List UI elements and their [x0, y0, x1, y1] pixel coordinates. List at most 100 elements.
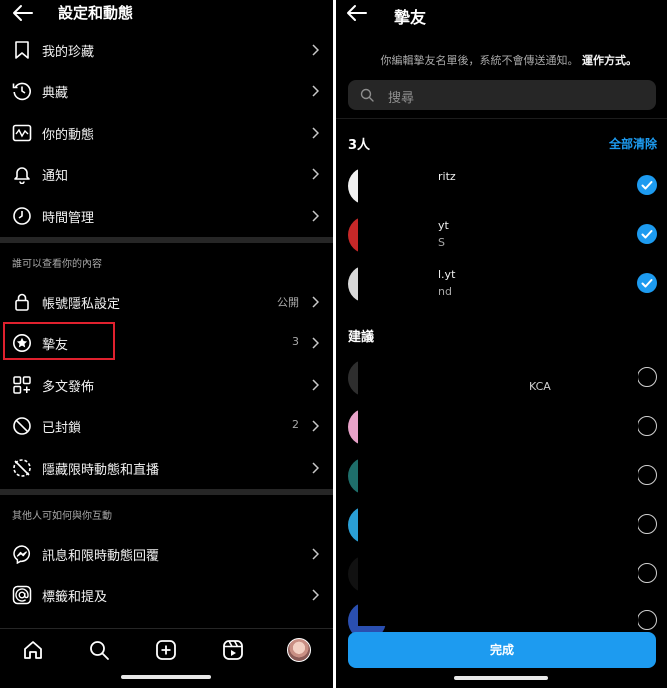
menu-item-label: 你的動態: [42, 128, 95, 143]
select-radio[interactable]: [637, 563, 657, 583]
user-subtitle: S: [438, 236, 445, 249]
select-radio[interactable]: [637, 367, 657, 387]
select-radio[interactable]: [637, 514, 657, 534]
hide-story-icon: [12, 458, 32, 478]
suggested-text-fragment: KCA: [529, 380, 551, 393]
selected-user-row[interactable]: ritz: [336, 163, 667, 209]
clock-icon: [12, 206, 32, 226]
menu-item-label: 時間管理: [42, 211, 95, 226]
menu-item-archive[interactable]: 典藏: [0, 72, 333, 110]
activity-icon: [12, 123, 32, 143]
redaction-mask: [358, 261, 436, 307]
archive-history-icon: [12, 81, 32, 101]
notice-message: 你編輯摯友名單後，系統不會傳送通知。: [380, 54, 579, 67]
select-radio[interactable]: [637, 465, 657, 485]
select-radio[interactable]: [637, 610, 657, 630]
close-friends-count: 3: [292, 335, 299, 348]
profile-avatar[interactable]: [287, 638, 311, 662]
chevron-right-icon: [311, 379, 319, 391]
bottom-tab-bar: [0, 628, 333, 688]
menu-item-label: 訊息和限時動態回覆: [42, 549, 160, 564]
reels-icon[interactable]: [222, 639, 244, 661]
menu-item-value: 公開: [277, 296, 299, 309]
chevron-right-icon: [311, 44, 319, 56]
chevron-right-icon: [311, 127, 319, 139]
username: yt: [438, 219, 449, 232]
settings-panel: 設定和動態 我的珍藏 典藏 你的動態 通知 時間管理 誰可以查看你的內容 帳號隱…: [0, 0, 333, 688]
home-indicator: [454, 676, 548, 680]
menu-item-label: 多文發佈: [42, 380, 95, 395]
back-arrow-icon[interactable]: [346, 4, 368, 22]
menu-item-label: 已封鎖: [42, 421, 82, 436]
search-icon[interactable]: [88, 639, 110, 661]
chevron-right-icon: [311, 337, 319, 349]
menu-item-label: 典藏: [42, 86, 69, 101]
page-title: 設定和動態: [58, 4, 134, 22]
section-divider: [0, 237, 333, 243]
checkmark-icon[interactable]: [637, 175, 657, 195]
redaction-mask: [358, 212, 436, 258]
messenger-icon: [12, 544, 32, 564]
menu-item-label: 我的珍藏: [42, 45, 95, 60]
lock-icon: [12, 292, 32, 312]
search-icon: [360, 88, 374, 102]
done-button[interactable]: 完成: [348, 632, 656, 668]
user-subtitle: nd: [438, 285, 452, 298]
menu-item-crossposting[interactable]: 多文發佈: [0, 366, 333, 404]
at-sign-icon: [12, 585, 32, 605]
blocked-count: 2: [292, 418, 299, 431]
search-input[interactable]: 搜尋: [348, 80, 656, 110]
menu-item-notifications[interactable]: 通知: [0, 155, 333, 193]
divider: [336, 118, 667, 119]
checkmark-icon[interactable]: [637, 273, 657, 293]
how-it-works-link[interactable]: 運作方式。: [582, 54, 637, 67]
chevron-right-icon: [311, 462, 319, 474]
create-post-icon[interactable]: [155, 639, 177, 661]
username: ritz: [438, 170, 456, 183]
redaction-mask: [358, 356, 638, 626]
chevron-right-icon: [311, 168, 319, 180]
chevron-right-icon: [311, 589, 319, 601]
menu-item-your-activity[interactable]: 你的動態: [0, 114, 333, 152]
chevron-right-icon: [311, 548, 319, 560]
menu-item-tags-mentions[interactable]: 標籤和提及: [0, 576, 333, 614]
suggested-title: 建議: [348, 330, 375, 345]
search-placeholder: 搜尋: [388, 91, 415, 106]
home-indicator: [121, 675, 211, 679]
menu-item-label: 隱藏限時動態和直播: [42, 463, 160, 478]
back-arrow-icon[interactable]: [12, 4, 34, 22]
blocked-icon: [12, 416, 32, 436]
section-title-visibility: 誰可以查看你的內容: [12, 259, 102, 270]
menu-item-time-management[interactable]: 時間管理: [0, 197, 333, 235]
settings-header: 設定和動態: [0, 0, 333, 28]
menu-item-hide-story[interactable]: 隱藏限時動態和直播: [0, 449, 333, 487]
section-title-interactions: 其他人可如何與你互動: [12, 511, 112, 522]
selected-user-row[interactable]: l.yt nd: [336, 261, 667, 307]
page-title: 摯友: [394, 8, 427, 27]
checkmark-icon[interactable]: [637, 224, 657, 244]
bell-icon: [12, 164, 32, 184]
redaction-mask: [358, 163, 436, 209]
menu-item-label: 標籤和提及: [42, 590, 108, 605]
menu-item-saved[interactable]: 我的珍藏: [0, 31, 333, 69]
close-friends-panel: 摯友 你編輯摯友名單後，系統不會傳送通知。 運作方式。 搜尋 3人 全部清除 r…: [336, 0, 667, 688]
close-friends-header: 摯友: [336, 0, 667, 34]
notice-text: 你編輯摯友名單後，系統不會傳送通知。 運作方式。: [336, 52, 667, 68]
chevron-right-icon: [311, 296, 319, 308]
crossposting-icon: [12, 375, 32, 395]
home-icon[interactable]: [22, 639, 44, 661]
selected-count: 3人: [348, 138, 371, 153]
menu-item-label: 通知: [42, 169, 69, 184]
chevron-right-icon: [311, 85, 319, 97]
selected-user-row[interactable]: yt S: [336, 212, 667, 258]
chevron-right-icon: [311, 210, 319, 222]
menu-item-account-privacy[interactable]: 帳號隱私設定 公開: [0, 283, 333, 321]
menu-item-messages[interactable]: 訊息和限時動態回覆: [0, 535, 333, 573]
select-radio[interactable]: [637, 416, 657, 436]
chevron-right-icon: [311, 420, 319, 432]
clear-all-button[interactable]: 全部清除: [609, 135, 657, 152]
close-friends-highlight-box: [3, 322, 115, 360]
menu-item-blocked[interactable]: 已封鎖 2: [0, 407, 333, 445]
username: l.yt: [438, 268, 456, 281]
bookmark-icon: [12, 40, 32, 60]
